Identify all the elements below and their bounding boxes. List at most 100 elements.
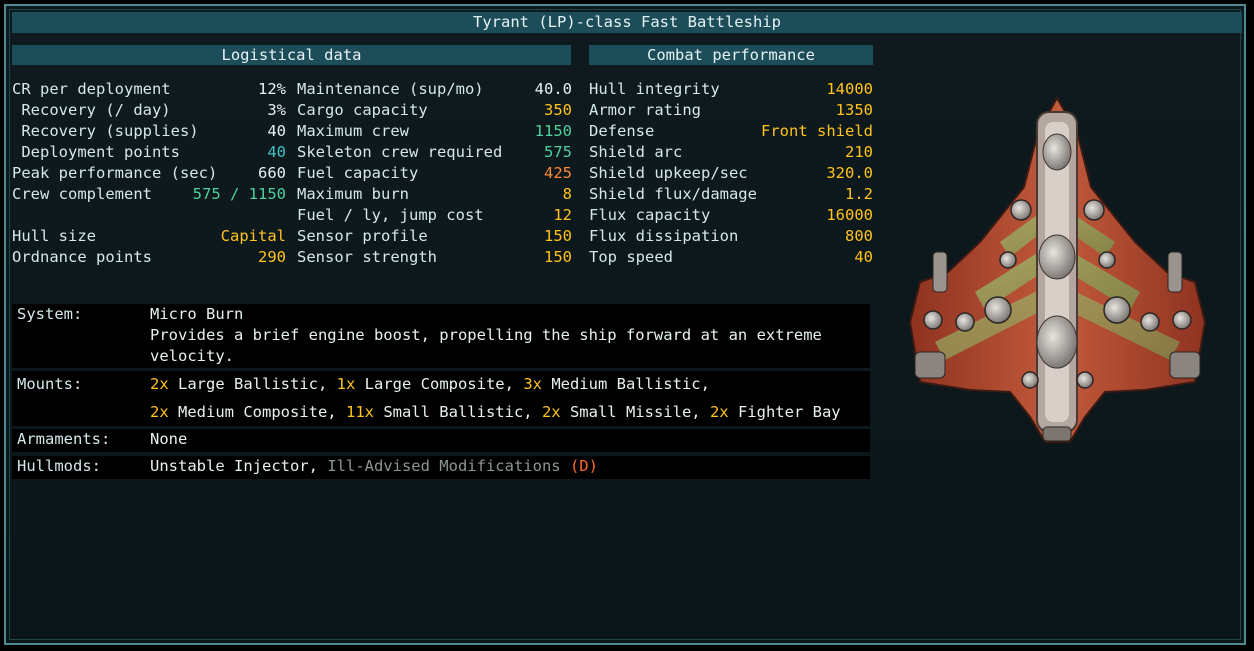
stat-row: Flux capacity 16000	[589, 205, 873, 226]
combat-performance-header: Combat performance	[589, 45, 873, 65]
stat-label: Maximum crew	[297, 122, 409, 140]
stat-value: 660	[258, 164, 286, 182]
stat-label: CR per deployment	[12, 80, 171, 98]
stat-label: Flux dissipation	[589, 227, 739, 245]
stat-value: 350	[544, 101, 572, 119]
mount-count: 3x	[523, 375, 542, 393]
stat-value: 14000	[826, 80, 873, 98]
stat-label: Sensor strength	[297, 248, 437, 266]
stat-label: Sensor profile	[297, 227, 428, 245]
stat-row: Hull size Capital	[12, 226, 286, 247]
stat-value: 8	[562, 185, 572, 203]
mount-count: 2x	[150, 375, 169, 393]
stat-label: Hull integrity	[589, 80, 720, 98]
mount-type: Medium Ballistic,	[541, 375, 710, 393]
mounts-block: Mounts: 2x Large Ballistic, 1x Large Com…	[12, 371, 870, 426]
stat-label: Hull size	[12, 227, 96, 245]
stat-row: Hull integrity 14000	[589, 79, 873, 100]
mounts-key: Mounts:	[17, 375, 83, 393]
stat-value: 1150	[534, 122, 572, 140]
stat-label: Defense	[589, 122, 655, 140]
stat-value: 40.0	[534, 80, 572, 98]
system-block: System: Micro Burn Provides a brief engi…	[12, 304, 870, 368]
stat-row: Maintenance (sup/mo) 40.0	[297, 79, 572, 100]
hullmods-block: Hullmods: Unstable Injector, Ill-Advised…	[12, 456, 870, 479]
stat-label: Shield upkeep/sec	[589, 164, 748, 182]
stat-label: Flux capacity	[589, 206, 711, 224]
armaments-block: Armaments: None	[12, 429, 870, 452]
stat-label: Deployment points	[12, 143, 180, 161]
stat-row: Shield flux/damage 1.2	[589, 184, 873, 205]
stat-row: Crew complement 575 / 1150	[12, 184, 286, 205]
stat-value: 320.0	[826, 164, 873, 182]
stat-row: Peak performance (sec) 660	[12, 163, 286, 184]
stat-value: 290	[258, 248, 286, 266]
mount-count: 1x	[336, 375, 356, 393]
stat-row: Maximum burn 8	[297, 184, 572, 205]
stat-row: Recovery (/ day) 3%	[12, 100, 286, 121]
stat-row: Defense Front shield	[589, 121, 873, 142]
stat-value: 575	[544, 143, 572, 161]
stat-value: 150	[544, 248, 572, 266]
mounts-line2: 2x Medium Composite, 11x Small Ballistic…	[150, 403, 841, 421]
stat-row: Skeleton crew required 575	[297, 142, 572, 163]
system-description-line1: Provides a brief engine boost, propellin…	[150, 326, 822, 344]
stat-value: 425	[544, 164, 572, 182]
hullmod-unstable-injector[interactable]: Unstable Injector,	[150, 457, 327, 475]
stat-label: Shield arc	[589, 143, 683, 161]
stat-row: Top speed 40	[589, 247, 873, 268]
dmod-tag: (D)	[569, 457, 598, 475]
hullmods-value: Unstable Injector, Ill-Advised Modificat…	[150, 457, 598, 475]
stat-value: 150	[544, 227, 572, 245]
stat-row: Sensor strength 150	[297, 247, 572, 268]
stat-row: Sensor profile 150	[297, 226, 572, 247]
mount-type: Small Missile,	[560, 403, 710, 421]
stat-label: Fuel / ly, jump cost	[297, 206, 484, 224]
armaments-value: None	[150, 430, 188, 448]
mount-type: Large Composite,	[355, 375, 524, 393]
stat-value: 1350	[835, 101, 873, 119]
stat-label: Top speed	[589, 248, 673, 266]
mount-type: Small Ballistic,	[373, 403, 542, 421]
mount-count: 2x	[541, 403, 561, 421]
stat-value: 3%	[267, 101, 286, 119]
stat-label: Maximum burn	[297, 185, 409, 203]
stat-row: Shield arc 210	[589, 142, 873, 163]
stat-row: Ordnance points 290	[12, 247, 286, 268]
stat-value: 40	[267, 122, 286, 140]
stat-label: Recovery (/ day)	[12, 101, 171, 119]
logistical-data-header: Logistical data	[12, 45, 571, 65]
hullmod-ill-advised-modifications[interactable]: Ill-Advised Modifications	[327, 457, 570, 475]
window-title: Tyrant (LP)-class Fast Battleship	[12, 12, 1242, 33]
stat-value: 16000	[826, 206, 873, 224]
stat-label: Shield flux/damage	[589, 185, 757, 203]
mount-count: 2x	[150, 403, 169, 421]
stat-value: Capital	[220, 227, 286, 245]
stat-row: Fuel / ly, jump cost 12	[297, 205, 572, 226]
stat-row: Fuel capacity 425	[297, 163, 572, 184]
stat-row: Cargo capacity 350	[297, 100, 572, 121]
stat-value: Front shield	[761, 122, 873, 140]
stat-value: 210	[845, 143, 873, 161]
mount-count: 2x	[709, 403, 729, 421]
armaments-key: Armaments:	[17, 430, 111, 448]
stat-value: 575 / 1150	[192, 185, 286, 203]
ship-sprite-icon	[908, 95, 1207, 443]
stat-value: 40	[854, 248, 873, 266]
stat-row: Deployment points 40	[12, 142, 286, 163]
mount-type: Large Ballistic,	[168, 375, 337, 393]
stat-label: Peak performance (sec)	[12, 164, 218, 182]
mount-type: Medium Composite,	[168, 403, 346, 421]
stat-label: Armor rating	[589, 101, 701, 119]
stat-row: Armor rating 1350	[589, 100, 873, 121]
system-key: System:	[17, 305, 83, 323]
stat-value: 1.2	[845, 185, 873, 203]
stat-label: Recovery (supplies)	[12, 122, 199, 140]
stat-label: Fuel capacity	[297, 164, 419, 182]
stat-label: Maintenance (sup/mo)	[297, 80, 484, 98]
stat-value: 800	[845, 227, 873, 245]
stat-row: Flux dissipation 800	[589, 226, 873, 247]
mount-type: Fighter Bay	[728, 403, 841, 421]
stat-label: Cargo capacity	[297, 101, 428, 119]
mount-count: 11x	[345, 403, 374, 421]
